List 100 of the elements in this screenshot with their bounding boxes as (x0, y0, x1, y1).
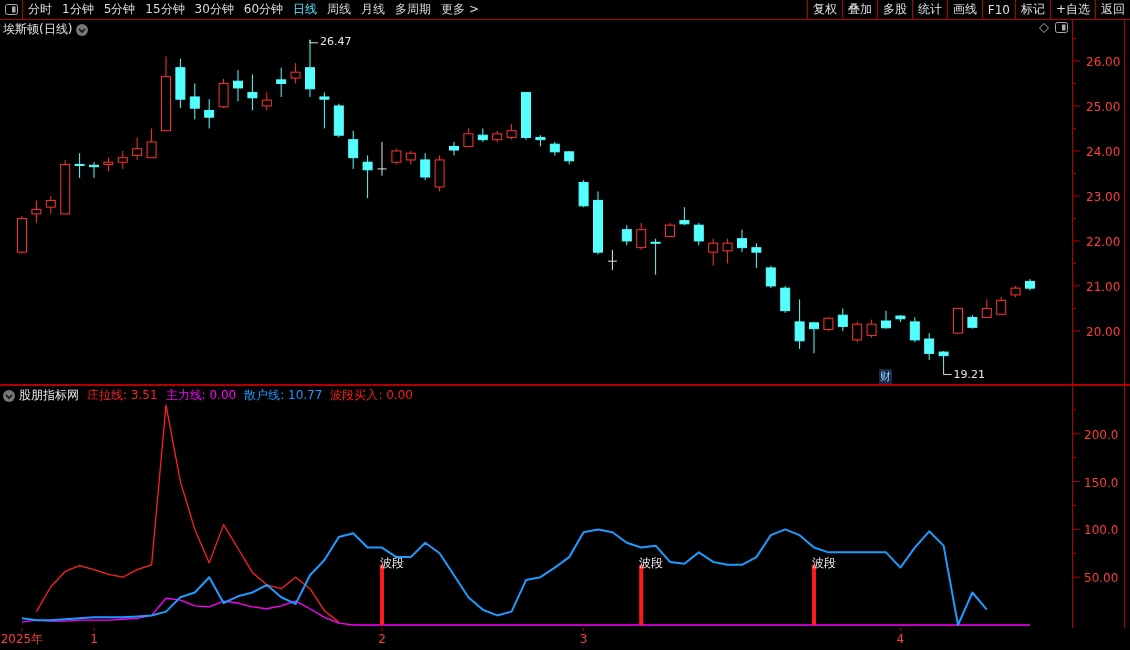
candlestick (175, 58, 186, 109)
candlestick (578, 179, 589, 208)
candlestick (45, 195, 56, 215)
period-tab[interactable]: 5分钟 (98, 0, 141, 19)
candlestick (463, 127, 474, 147)
candlestick (967, 314, 978, 330)
candlestick (1010, 285, 1021, 298)
candlestick (276, 67, 287, 98)
period-tab[interactable]: 分时 (23, 0, 57, 19)
candlestick (737, 229, 747, 253)
candlestick (708, 238, 719, 267)
toolbar-button[interactable]: 多股 (876, 0, 912, 19)
candlestick (938, 350, 949, 367)
candlestick (607, 249, 618, 271)
candlestick (17, 215, 27, 254)
candlestick (405, 150, 416, 165)
candlestick (333, 103, 344, 138)
chevron-down-icon[interactable] (76, 23, 89, 36)
candlestick (780, 285, 791, 314)
legend-value: 波段买入: 0.00 (330, 387, 413, 404)
axis-label: 25.00 (1086, 99, 1121, 114)
candlestick (809, 321, 819, 354)
candlestick (535, 134, 546, 147)
candlestick (751, 242, 762, 269)
news-badge[interactable]: 财 (879, 369, 892, 384)
candlestick (895, 314, 906, 323)
toolbar-button[interactable]: 统计 (911, 0, 947, 19)
candlestick (521, 91, 531, 141)
leader-line (943, 365, 953, 375)
toolbar-button[interactable]: 复权 (806, 0, 842, 19)
candlestick (549, 141, 560, 156)
candlestick (290, 62, 301, 84)
legend-value: 散户线: 10.77 (244, 387, 323, 404)
candlestick (60, 159, 71, 215)
candlestick (377, 141, 387, 177)
period-tab[interactable]: 15分钟 (140, 0, 190, 19)
candlestick (261, 91, 272, 111)
period-tab[interactable]: 更多 > (436, 0, 484, 19)
panel-toggle-icon[interactable] (4, 4, 18, 15)
candlestick (996, 296, 1007, 316)
period-tab[interactable]: 周线 (322, 0, 357, 19)
candlestick (218, 78, 229, 109)
candlestick (924, 332, 935, 361)
axis-label: 2 (378, 632, 386, 646)
price-label: 19.21 (953, 368, 986, 382)
indicator-name: 股朋指标网 (19, 387, 79, 404)
toolbar-button[interactable]: F10 (981, 0, 1015, 19)
axis-label: 50.00 (1084, 571, 1119, 586)
price-label: 26.47 (320, 34, 352, 48)
legend-value: 主力线: 0.00 (165, 387, 237, 404)
legend-value: 庄拉线: 3.51 (87, 387, 158, 404)
period-tab[interactable]: 1分钟 (57, 0, 99, 19)
toolbar-button[interactable]: 叠加 (841, 0, 877, 19)
candlestick (693, 222, 704, 246)
toolbar-button[interactable]: 返回 (1095, 0, 1130, 19)
candlestick (247, 73, 258, 111)
candlestick (449, 141, 459, 156)
period-tab[interactable]: 60分钟 (238, 0, 289, 19)
candlestick (794, 298, 805, 350)
toolbar-button[interactable]: +自选 (1049, 0, 1095, 19)
axis-label: 2025年 (0, 632, 44, 646)
candlestick (852, 321, 863, 343)
candlestick (31, 199, 42, 224)
axis-label: 3 (579, 632, 588, 646)
period-tab[interactable]: 月线 (356, 0, 391, 19)
candlestick (665, 222, 675, 237)
stock-title: 埃斯顿(日线) (3, 21, 73, 38)
axis-label: 200.0 (1084, 427, 1119, 442)
candlestick (953, 307, 963, 334)
candlestick (650, 238, 661, 276)
chevron-down-icon[interactable] (3, 389, 15, 402)
toolbar-button[interactable]: 标记 (1014, 0, 1050, 19)
axis-label: 4 (896, 632, 905, 646)
candlestick (1025, 278, 1035, 291)
candlestick (362, 154, 373, 199)
axis-label: 24.00 (1086, 144, 1121, 159)
candlestick (391, 148, 402, 165)
candlestick (636, 222, 647, 251)
diamond-icon[interactable] (1039, 22, 1049, 33)
leader-line (309, 39, 319, 44)
candlestick (74, 152, 85, 179)
candlestick (492, 130, 503, 143)
signal-label: 波段 (639, 555, 664, 570)
candlestick (981, 298, 992, 318)
candlestick (319, 91, 330, 129)
toolbar-button[interactable]: 画线 (946, 0, 982, 19)
panel-toggle-icon[interactable] (1055, 22, 1068, 33)
candlestick (837, 307, 848, 332)
axis-label: 23.00 (1086, 189, 1121, 204)
axis-label: 20.00 (1086, 324, 1121, 339)
period-tab[interactable]: 30分钟 (189, 0, 239, 19)
candlestick (881, 310, 891, 330)
candlestick (233, 69, 243, 102)
period-tab[interactable]: 多周期 (390, 0, 437, 19)
axis-label: 22.00 (1086, 234, 1121, 249)
period-tab[interactable]: 日线 (288, 0, 323, 19)
candlestick (146, 127, 157, 159)
candlestick (909, 316, 920, 343)
axis-label: 100.0 (1084, 523, 1119, 538)
candlestick (823, 316, 834, 332)
